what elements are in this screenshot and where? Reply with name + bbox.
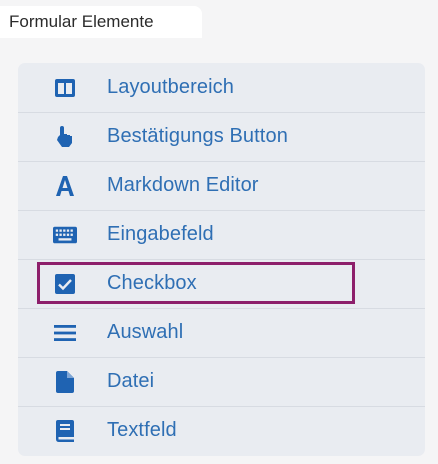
list-item-eingabefeld[interactable]: Eingabefeld — [18, 210, 425, 259]
list-item-label: Bestätigungs Button — [107, 125, 288, 147]
hand-pointer-icon — [53, 125, 77, 149]
list-item-label: Datei — [107, 370, 155, 392]
keyboard-icon — [53, 223, 77, 247]
list-lines-icon — [53, 321, 77, 345]
file-icon — [53, 370, 77, 394]
list-item-label: Checkbox — [107, 272, 197, 294]
layout-columns-icon — [53, 76, 77, 100]
book-icon — [53, 419, 77, 443]
list-item-label: Textfeld — [107, 419, 177, 441]
list-item-auswahl[interactable]: Auswahl — [18, 308, 425, 357]
list-item-checkbox[interactable]: Checkbox — [18, 259, 425, 308]
list-item-layoutbereich[interactable]: Layoutbereich — [18, 63, 425, 112]
list-item-textfeld[interactable]: Textfeld — [18, 406, 425, 455]
list-item-bestaetigungs-button[interactable]: Bestätigungs Button — [18, 112, 425, 161]
list-item-label: Auswahl — [107, 321, 184, 343]
checkbox-checked-icon — [53, 272, 77, 296]
panel-title: Formular Elemente — [0, 6, 202, 38]
list-item-markdown-editor[interactable]: Markdown Editor — [18, 161, 425, 210]
list-item-label: Eingabefeld — [107, 223, 214, 245]
list-item-datei[interactable]: Datei — [18, 357, 425, 406]
font-a-icon — [53, 174, 77, 198]
list-item-label: Markdown Editor — [107, 174, 259, 196]
list-item-label: Layoutbereich — [107, 76, 234, 98]
form-elements-list: Layoutbereich Bestätigungs Button Markdo… — [18, 63, 425, 456]
